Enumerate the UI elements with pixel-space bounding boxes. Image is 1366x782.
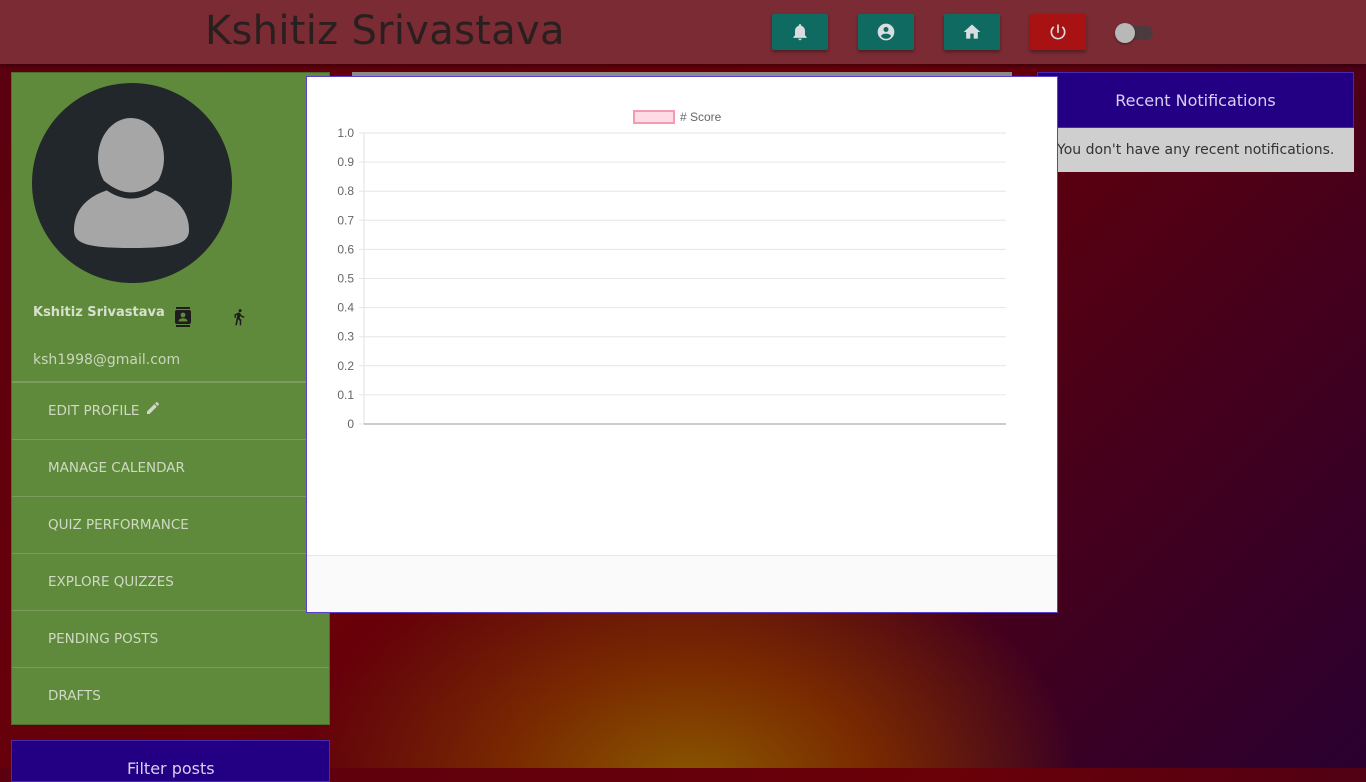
filter-posts-title: Filter posts <box>127 759 215 778</box>
sidebar-item-label: QUIZ PERFORMANCE <box>48 517 189 533</box>
pencil-icon <box>147 401 160 414</box>
bell-icon <box>793 24 807 41</box>
power-icon <box>1050 24 1066 40</box>
filter-posts-panel: Filter posts <box>11 740 330 782</box>
account-circle-icon <box>877 23 895 41</box>
y-tick-label: 0.6 <box>337 242 354 256</box>
y-tick-label: 0.4 <box>337 301 354 315</box>
sidebar-item-label: EXPLORE QUIZZES <box>48 574 174 590</box>
notifications-empty-text: You don't have any recent notifications. <box>1037 128 1354 172</box>
quiz-performance-modal: # Score 0 0.1 0.2 0.3 0.4 0.5 0.6 0.7 0.8 0.9 1.0 <box>306 76 1058 613</box>
recent-notifications-card: Recent Notifications You don't have any … <box>1037 72 1354 172</box>
notifications-title: Recent Notifications <box>1037 72 1354 128</box>
sidebar-item-label: EDIT PROFILE <box>48 403 140 419</box>
user-placeholder-icon <box>74 118 189 248</box>
y-tick-label: 0.7 <box>337 213 354 227</box>
top-app-bar: Kshitiz Srivastava <box>0 0 1366 64</box>
logout-button[interactable] <box>1030 14 1086 50</box>
profile-email: ksh1998@gmail.com <box>33 352 181 368</box>
running-icon[interactable] <box>230 307 248 327</box>
page-title: Kshitiz Srivastava <box>205 8 565 54</box>
y-axis: 0 0.1 0.2 0.3 0.4 0.5 0.6 0.7 0.8 0.9 1.0 <box>337 126 354 431</box>
profile-name: Kshitiz Srivastava <box>33 305 165 320</box>
y-tick-label: 0.9 <box>337 155 354 169</box>
sidebar-item-edit-profile[interactable]: EDIT PROFILE <box>12 383 329 440</box>
contact-card-icon[interactable] <box>174 307 192 327</box>
y-tick-label: 1.0 <box>337 126 354 140</box>
sidebar-menu: EDIT PROFILE MANAGE CALENDAR QUIZ PERFOR… <box>12 381 329 724</box>
avatar <box>32 83 232 283</box>
legend-label: # Score <box>680 110 722 124</box>
y-tick-label: 0.5 <box>337 272 354 286</box>
sidebar-item-label: MANAGE CALENDAR <box>48 460 185 476</box>
sidebar-item-pending-posts[interactable]: PENDING POSTS <box>12 611 329 668</box>
notifications-button[interactable] <box>772 14 828 50</box>
legend-swatch[interactable] <box>633 110 675 124</box>
sidebar-item-quiz-performance[interactable]: QUIZ PERFORMANCE <box>12 497 329 554</box>
home-button[interactable] <box>944 14 1000 50</box>
home-icon <box>963 24 981 39</box>
sidebar-item-manage-calendar[interactable]: MANAGE CALENDAR <box>12 440 329 497</box>
sidebar-item-label: DRAFTS <box>48 688 101 704</box>
sidebar-item-drafts[interactable]: DRAFTS <box>12 668 329 724</box>
y-tick-label: 0.8 <box>337 184 354 198</box>
sidebar-item-explore-quizzes[interactable]: EXPLORE QUIZZES <box>12 554 329 611</box>
y-tick-label: 0.1 <box>337 388 354 402</box>
y-tick-label: 0.2 <box>337 359 354 373</box>
sidebar-item-label: PENDING POSTS <box>48 631 159 647</box>
modal-footer <box>307 555 1057 612</box>
score-chart: # Score 0 0.1 0.2 0.3 0.4 0.5 0.6 0.7 0.8 0.9 1.0 <box>337 110 1006 431</box>
chart-grid <box>359 132 1006 425</box>
y-tick-label: 0 <box>347 417 354 431</box>
toggle-knob <box>1115 23 1135 43</box>
theme-toggle[interactable] <box>1115 23 1153 43</box>
y-tick-label: 0.3 <box>337 330 354 344</box>
profile-sidebar: Kshitiz Srivastava ksh1998@gmail.com EDI… <box>11 72 330 725</box>
profile-button[interactable] <box>858 14 914 50</box>
